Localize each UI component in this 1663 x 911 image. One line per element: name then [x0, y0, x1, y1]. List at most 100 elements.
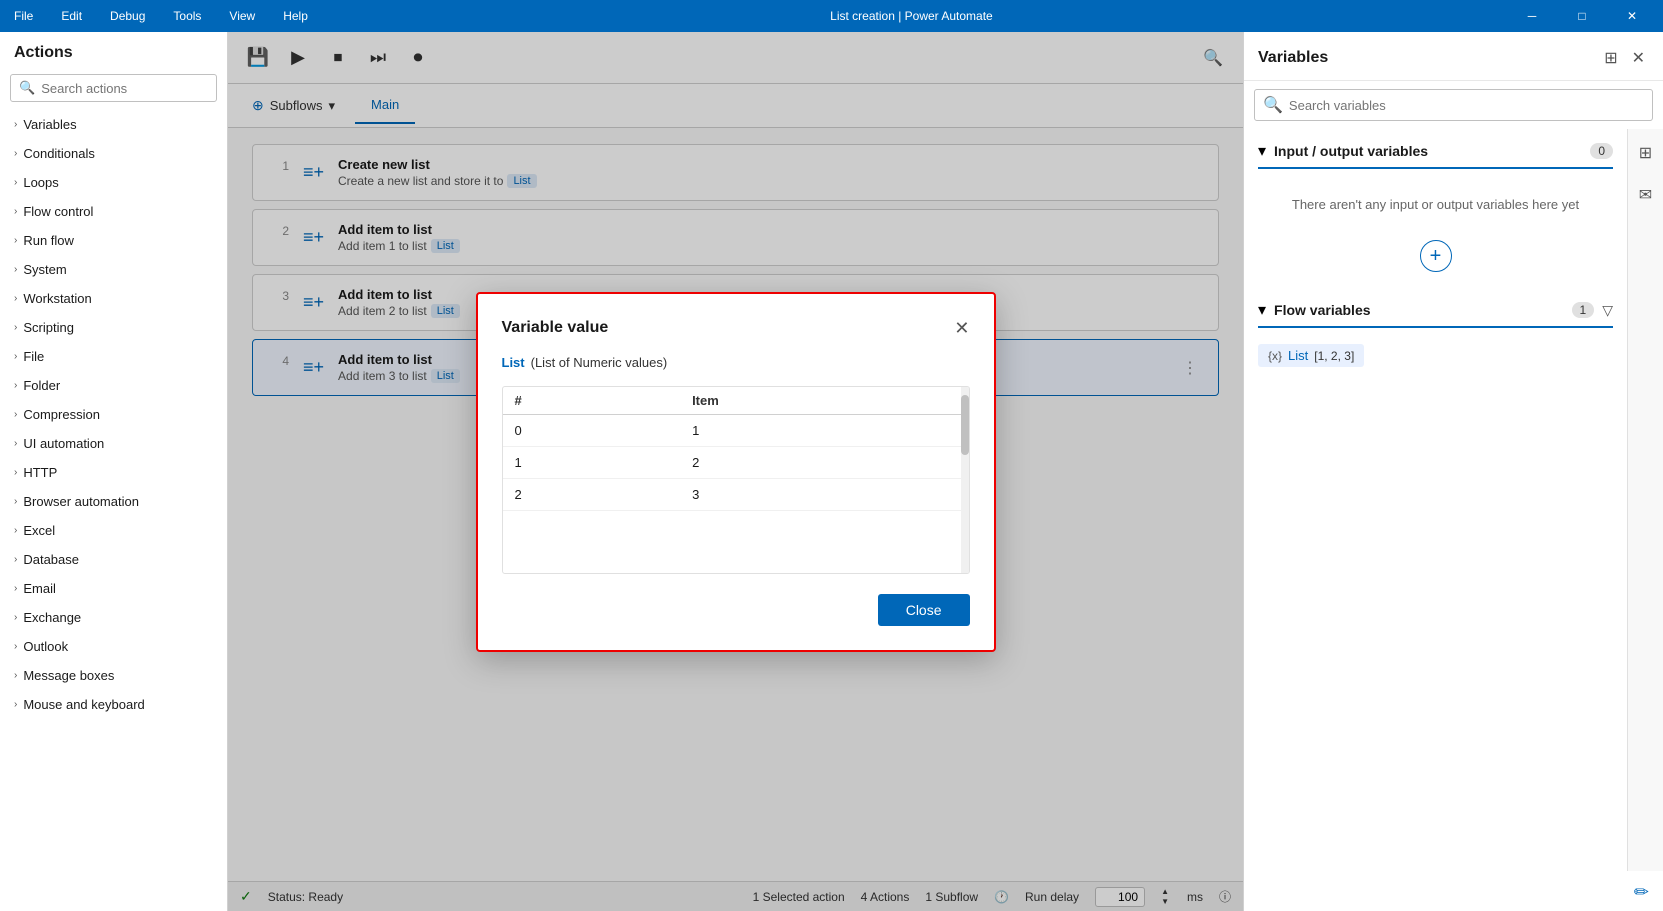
- modal-close-button[interactable]: Close: [878, 594, 970, 626]
- search-actions-input[interactable]: [41, 81, 217, 96]
- chevron-icon: ›: [14, 496, 17, 507]
- action-item-message-boxes[interactable]: ›Message boxes: [0, 661, 227, 690]
- variables-content-area: ▾ Input / output variables 0 There aren'…: [1244, 129, 1663, 871]
- modal-var-name: List: [502, 355, 525, 370]
- search-variables-input[interactable]: [1289, 98, 1644, 113]
- action-item-run-flow[interactable]: ›Run flow: [0, 226, 227, 255]
- row-0-index: 0: [503, 414, 681, 446]
- action-item-excel[interactable]: ›Excel: [0, 516, 227, 545]
- eraser-icon[interactable]: ✏: [1634, 882, 1649, 903]
- modal-subtitle: List (List of Numeric values): [502, 355, 970, 370]
- chevron-icon: ›: [14, 612, 17, 623]
- chevron-icon: ›: [14, 409, 17, 420]
- canvas-area: 💾 ▶ ⏹ ⏭ ⏺ 🔍 ⊕ Subflows ▾ Main 1 ≡+ Creat…: [228, 32, 1243, 911]
- modal-footer: Close: [502, 594, 970, 626]
- chevron-icon: ›: [14, 293, 17, 304]
- chevron-icon: ›: [14, 699, 17, 710]
- chevron-icon: ›: [14, 119, 17, 130]
- flow-vars-items: {x} List [1, 2, 3]: [1258, 336, 1613, 375]
- input-output-chevron-icon: ▾: [1258, 141, 1266, 161]
- modal-close-x-button[interactable]: ✕: [954, 318, 969, 339]
- add-input-output-button[interactable]: +: [1420, 240, 1452, 272]
- menu-help[interactable]: Help: [277, 7, 314, 25]
- modal-table-container: # Item 0 1 1 2: [502, 386, 970, 574]
- search-actions-box[interactable]: 🔍: [10, 74, 217, 102]
- chevron-icon: ›: [14, 467, 17, 478]
- table-row[interactable]: 1 2: [503, 446, 969, 478]
- modal-col-hash: #: [503, 387, 681, 415]
- input-output-section-header[interactable]: ▾ Input / output variables 0: [1258, 137, 1613, 165]
- search-actions-icon: 🔍: [19, 80, 35, 96]
- flow-variables-section-header[interactable]: ▾ Flow variables 1 ▽: [1258, 296, 1613, 324]
- input-output-divider: [1258, 167, 1613, 169]
- variables-close-icon[interactable]: ✕: [1628, 44, 1649, 72]
- chevron-icon: ›: [14, 670, 17, 681]
- chevron-icon: ›: [14, 554, 17, 565]
- action-item-flow-control[interactable]: ›Flow control: [0, 197, 227, 226]
- flow-vars-filter-icon[interactable]: ▽: [1602, 302, 1613, 319]
- chevron-icon: ›: [14, 206, 17, 217]
- flow-variables-section: ▾ Flow variables 1 ▽ {x} List [1, 2, 3]: [1244, 288, 1627, 383]
- title-bar: File Edit Debug Tools View Help List cre…: [0, 0, 1663, 32]
- action-item-folder[interactable]: ›Folder: [0, 371, 227, 400]
- action-item-outlook[interactable]: ›Outlook: [0, 632, 227, 661]
- modal-table-head: # Item: [503, 387, 969, 415]
- action-item-http[interactable]: ›HTTP: [0, 458, 227, 487]
- vars-side-icon-envelope[interactable]: ✉: [1633, 179, 1658, 211]
- search-variables-icon: 🔍: [1263, 95, 1283, 115]
- flow-variables-count: 1: [1572, 302, 1595, 318]
- action-item-system[interactable]: ›System: [0, 255, 227, 284]
- variables-header-icons: ⊞ ✕: [1600, 44, 1649, 72]
- row-1-value: 2: [680, 446, 968, 478]
- action-item-exchange[interactable]: ›Exchange: [0, 603, 227, 632]
- input-output-empty-text: There aren't any input or output variabl…: [1258, 177, 1613, 232]
- actions-panel: Actions 🔍 ›Variables ›Conditionals ›Loop…: [0, 32, 228, 911]
- modal-scrollbar[interactable]: [961, 387, 969, 573]
- search-variables-box[interactable]: 🔍: [1254, 89, 1653, 121]
- menu-debug[interactable]: Debug: [104, 7, 151, 25]
- window-title: List creation | Power Automate: [830, 9, 993, 23]
- menu-edit[interactable]: Edit: [55, 7, 88, 25]
- table-row[interactable]: 2 3: [503, 478, 969, 510]
- modal-table-header-row: # Item: [503, 387, 969, 415]
- minimize-button[interactable]: ─: [1509, 0, 1555, 32]
- action-item-email[interactable]: ›Email: [0, 574, 227, 603]
- variable-value-modal: Variable value ✕ List (List of Numeric v…: [476, 292, 996, 652]
- menu-tools[interactable]: Tools: [167, 7, 207, 25]
- variables-panel: Variables ⊞ ✕ 🔍 ▾ Input / output variabl…: [1243, 32, 1663, 911]
- action-item-conditionals[interactable]: ›Conditionals: [0, 139, 227, 168]
- maximize-button[interactable]: □: [1559, 0, 1605, 32]
- action-item-browser-automation[interactable]: ›Browser automation: [0, 487, 227, 516]
- action-item-loops[interactable]: ›Loops: [0, 168, 227, 197]
- actions-header: Actions: [0, 32, 227, 70]
- app-body: Actions 🔍 ›Variables ›Conditionals ›Loop…: [0, 32, 1663, 911]
- action-item-ui-automation[interactable]: ›UI automation: [0, 429, 227, 458]
- modal-scrollbar-thumb: [961, 395, 969, 455]
- vars-side-icon-image[interactable]: ⊞: [1633, 137, 1658, 169]
- menu-view[interactable]: View: [223, 7, 261, 25]
- action-item-file[interactable]: ›File: [0, 342, 227, 371]
- menu-file[interactable]: File: [8, 7, 39, 25]
- modal-title: Variable value: [502, 319, 609, 337]
- action-item-database[interactable]: ›Database: [0, 545, 227, 574]
- modal-overlay: Variable value ✕ List (List of Numeric v…: [228, 32, 1243, 911]
- list-item[interactable]: {x} List [1, 2, 3]: [1258, 344, 1364, 367]
- close-button[interactable]: ✕: [1609, 0, 1655, 32]
- chevron-icon: ›: [14, 583, 17, 594]
- input-output-section: ▾ Input / output variables 0 There aren'…: [1244, 129, 1627, 288]
- action-item-mouse-keyboard[interactable]: ›Mouse and keyboard: [0, 690, 227, 719]
- chevron-icon: ›: [14, 438, 17, 449]
- variables-icon-layers[interactable]: ⊞: [1600, 44, 1621, 72]
- action-item-variables[interactable]: ›Variables: [0, 110, 227, 139]
- action-item-scripting[interactable]: ›Scripting: [0, 313, 227, 342]
- action-item-compression[interactable]: ›Compression: [0, 400, 227, 429]
- variables-title: Variables: [1258, 49, 1328, 67]
- var-item-value: [1, 2, 3]: [1314, 349, 1354, 363]
- var-item-name: List: [1288, 348, 1308, 363]
- chevron-icon: ›: [14, 351, 17, 362]
- row-1-index: 1: [503, 446, 681, 478]
- table-row[interactable]: 0 1: [503, 414, 969, 446]
- chevron-icon: ›: [14, 235, 17, 246]
- action-item-workstation[interactable]: ›Workstation: [0, 284, 227, 313]
- variables-main-content: ▾ Input / output variables 0 There aren'…: [1244, 129, 1627, 871]
